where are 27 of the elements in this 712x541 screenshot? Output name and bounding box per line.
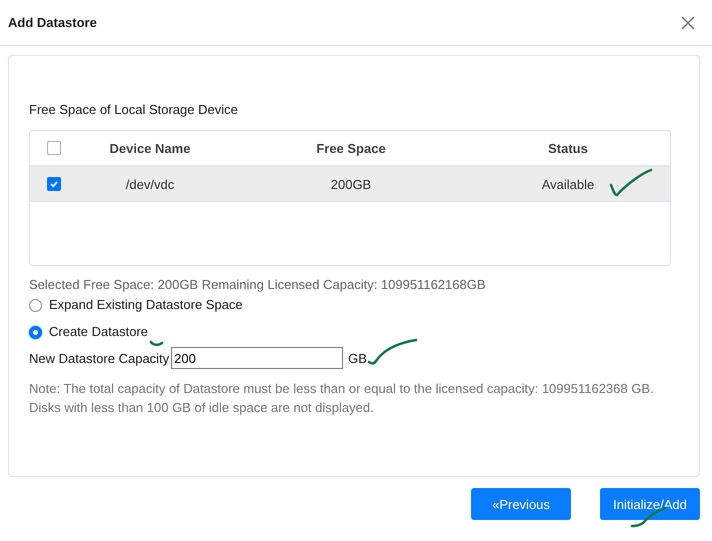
tick-icon bbox=[49, 179, 59, 189]
section-title: Free Space of Local Storage Device bbox=[29, 102, 239, 118]
close-icon[interactable] bbox=[681, 16, 695, 30]
tick-mark-drawing bbox=[149, 340, 165, 348]
table-cell-text: Available bbox=[540, 176, 596, 192]
option-label[interactable]: Expand Existing Datastore Space bbox=[49, 297, 243, 313]
select-all-checkbox[interactable] bbox=[47, 141, 61, 155]
note-text: Note: The total capacity of Datastore must be less than or equal to the licensed capacity: 109951162368 GB. bbox=[29, 380, 655, 398]
table-cell-text: 200GB bbox=[330, 176, 372, 192]
radio-button[interactable] bbox=[29, 298, 42, 312]
column-header: Device Name bbox=[108, 140, 192, 156]
radio-button[interactable] bbox=[29, 326, 42, 338]
capacity-field[interactable]: 200 bbox=[171, 347, 344, 369]
option-label[interactable]: Create Datastore bbox=[49, 324, 148, 340]
row-checkbox[interactable] bbox=[47, 177, 61, 191]
table-cell-text: /dev/vdc bbox=[124, 176, 176, 192]
note-text: Disks with less than 100 GB of idle space are not displayed. bbox=[29, 399, 375, 417]
previous-button[interactable]: «Previous bbox=[471, 488, 571, 520]
unit-label: GB bbox=[348, 350, 367, 366]
column-header: Free Space bbox=[315, 140, 387, 156]
tick-mark-drawing bbox=[608, 167, 654, 199]
summary-text: Selected Free Space: 200GB Remaining Licensed Capacity: 109951162168GB bbox=[29, 277, 486, 293]
capacity-label: New Datastore Capacity bbox=[29, 350, 170, 366]
tick-mark-drawing bbox=[366, 337, 420, 367]
add-button[interactable]: Initialize/Add bbox=[600, 488, 700, 520]
dialog-title: Add Datastore bbox=[8, 15, 97, 30]
column-header: Status bbox=[547, 140, 589, 156]
